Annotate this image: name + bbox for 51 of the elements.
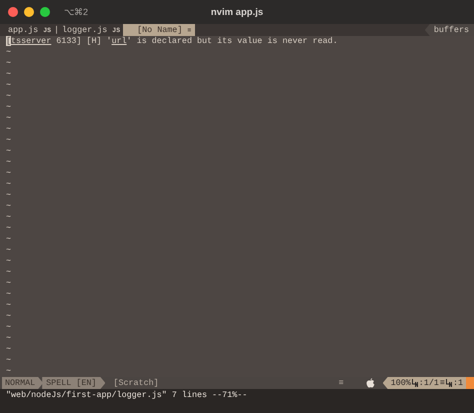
menu-glyph: ≡ bbox=[440, 377, 445, 389]
status-end-marker bbox=[466, 377, 474, 389]
mode-indicator: NORMAL bbox=[2, 377, 44, 389]
spell-indicator: SPELL [EN] bbox=[42, 377, 106, 389]
close-button[interactable] bbox=[8, 7, 18, 17]
filetype-icon: ≡ bbox=[338, 377, 344, 389]
tilde-marker: ~ bbox=[6, 223, 12, 233]
tilde-marker: ~ bbox=[6, 245, 12, 255]
tilde-marker: ~ bbox=[6, 146, 12, 156]
minimize-button[interactable] bbox=[24, 7, 34, 17]
column-number-icon bbox=[446, 379, 452, 387]
line-text: :1/1 bbox=[418, 377, 439, 389]
buffers-label: buffers bbox=[424, 24, 474, 36]
tilde-marker: ~ bbox=[6, 311, 12, 321]
tilde-marker: ~ bbox=[6, 124, 12, 134]
tab-separator: | bbox=[54, 24, 60, 36]
tilde-marker: ~ bbox=[6, 366, 12, 376]
tilde-marker: ~ bbox=[6, 278, 12, 288]
line-number-icon bbox=[412, 379, 418, 387]
tilde-marker: ~ bbox=[6, 157, 12, 167]
tilde-marker: ~ bbox=[6, 289, 12, 299]
tilde-marker: ~ bbox=[6, 300, 12, 310]
percent-text: 100% bbox=[390, 377, 411, 389]
window-title: nvim app.js bbox=[210, 6, 264, 18]
shortcut-label: ⌥⌘2 bbox=[64, 7, 88, 17]
command-line-message: "web/nodeJs/first-app/logger.js" 7 lines --71%-- bbox=[6, 390, 248, 400]
tilde-marker: ~ bbox=[6, 267, 12, 277]
tilde-marker: ~ bbox=[6, 91, 12, 101]
apple-icon bbox=[366, 378, 375, 388]
tilde-marker: ~ bbox=[6, 113, 12, 123]
column-text: :1 bbox=[452, 377, 463, 389]
tilde-marker: ~ bbox=[6, 322, 12, 332]
tilde-marker: ~ bbox=[6, 80, 12, 90]
buffer-name: [Scratch] bbox=[113, 377, 159, 389]
tilde-marker: ~ bbox=[6, 168, 12, 178]
diagnostic-message: [tsserver 6133] [H] 'url' is declared but its value is never read. bbox=[6, 36, 339, 47]
tilde-marker: ~ bbox=[6, 333, 12, 343]
tilde-marker: ~ bbox=[6, 102, 12, 112]
zoom-button[interactable] bbox=[40, 7, 50, 17]
tilde-marker: ~ bbox=[6, 190, 12, 200]
tilde-marker: ~ bbox=[6, 58, 12, 68]
tilde-marker: ~ bbox=[6, 355, 12, 365]
tilde-marker: ~ bbox=[6, 135, 12, 145]
tilde-marker: ~ bbox=[6, 201, 12, 211]
tilde-marker: ~ bbox=[6, 179, 12, 189]
tilde-marker: ~ bbox=[6, 234, 12, 244]
tilde-marker: ~ bbox=[6, 47, 12, 57]
tilde-marker: ~ bbox=[6, 256, 12, 266]
tilde-marker: ~ bbox=[6, 344, 12, 354]
tilde-marker: ~ bbox=[6, 69, 12, 79]
tilde-marker: ~ bbox=[6, 212, 12, 222]
